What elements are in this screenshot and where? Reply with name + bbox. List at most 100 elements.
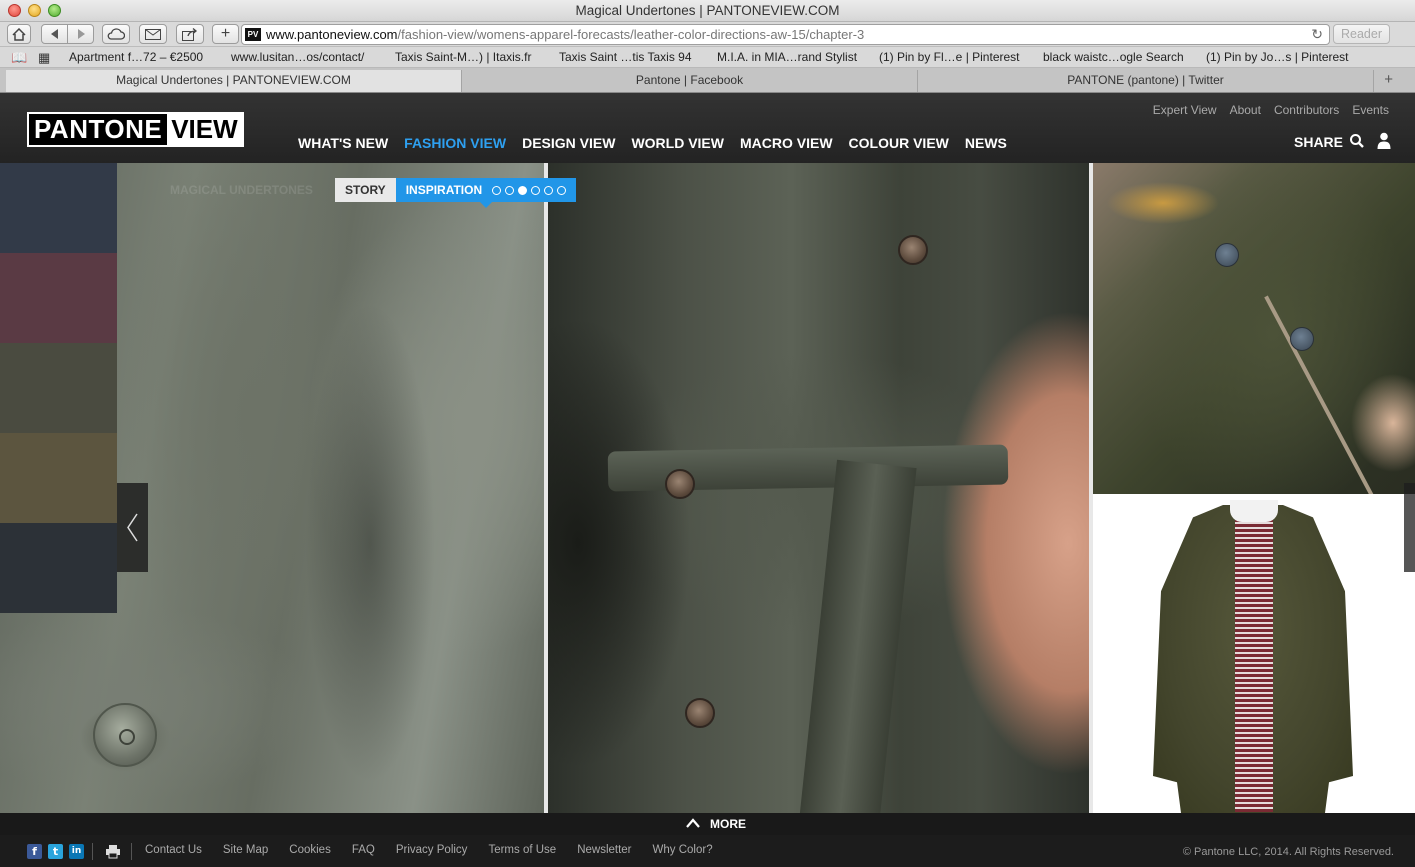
tab-inspiration[interactable]: INSPIRATION (395, 178, 577, 208)
linkedin-icon[interactable]: in (69, 844, 84, 859)
plus-icon: + (220, 25, 231, 42)
bookmark-item[interactable]: black waistc…ogle Search (1043, 50, 1184, 64)
bookmark-item[interactable]: Taxis Saint-M…) | Itaxis.fr (395, 50, 531, 64)
browser-toolbar: + PV www.pantoneview.com/fashion-view/wo… (0, 22, 1415, 47)
next-slide-button[interactable] (1404, 483, 1415, 572)
pagination-dot[interactable] (492, 185, 502, 195)
book-icon[interactable]: 📖 (11, 50, 27, 66)
back-arrow-icon (50, 29, 58, 39)
util-contributors[interactable]: Contributors (1274, 103, 1339, 117)
footer-link-cookies[interactable]: Cookies (289, 844, 331, 856)
util-about[interactable]: About (1230, 103, 1261, 117)
bookmark-item[interactable]: (1) Pin by Fl…e | Pinterest (879, 50, 1020, 64)
tab-bar: Magical Undertones | PANTONEVIEW.COM Pan… (0, 68, 1415, 93)
nav-design-view[interactable]: DESIGN VIEW (522, 135, 615, 151)
tab-pantone-twitter[interactable]: PANTONE (pantone) | Twitter (918, 70, 1374, 92)
colour-swatch[interactable] (0, 343, 117, 433)
pagination-dot[interactable] (544, 185, 554, 195)
window-title: Magical Undertones | PANTONEVIEW.COM (575, 3, 840, 18)
footer-divider (92, 843, 93, 860)
tab-pantone-facebook[interactable]: Pantone | Facebook (462, 70, 918, 92)
util-expert-view[interactable]: Expert View (1153, 103, 1217, 117)
home-button[interactable] (7, 24, 31, 44)
tab-magical-undertones[interactable]: Magical Undertones | PANTONEVIEW.COM (6, 70, 462, 92)
mail-button[interactable] (139, 24, 167, 44)
pagination-dot[interactable] (518, 185, 528, 195)
leather-fold-shadow (300, 283, 440, 803)
nav-world-view[interactable]: WORLD VIEW (631, 135, 724, 151)
footer-link-site-map[interactable]: Site Map (223, 844, 268, 856)
address-bar[interactable]: PV www.pantoneview.com/fashion-view/wome… (241, 24, 1330, 45)
colour-swatch[interactable] (0, 433, 117, 523)
share-button[interactable]: SHARE (1294, 134, 1343, 150)
bookmark-item[interactable]: Apartment f…72 – €2500 (69, 50, 203, 64)
tab-story[interactable]: STORY (335, 178, 396, 202)
coat-snap-button (685, 698, 715, 728)
bookmark-item[interactable]: (1) Pin by Jo…s | Pinterest (1206, 50, 1349, 64)
forward-button[interactable] (67, 24, 94, 44)
back-button[interactable] (41, 24, 68, 44)
twitter-icon[interactable]: t (48, 844, 63, 859)
footer-link-terms-of-use[interactable]: Terms of Use (488, 844, 556, 856)
nav-fashion-view[interactable]: FASHION VIEW (404, 135, 506, 151)
footer-link-faq[interactable]: FAQ (352, 844, 375, 856)
chevron-left-icon (127, 513, 138, 542)
window-titlebar: Magical Undertones | PANTONEVIEW.COM (0, 0, 1415, 22)
bookmark-item[interactable]: Taxis Saint …tis Taxis 94 (559, 50, 692, 64)
share-arrow-icon (182, 28, 198, 41)
more-bar[interactable]: MORE (0, 813, 1415, 835)
coat-sash (799, 459, 917, 813)
chapter-tab-bar: STORY INSPIRATION (335, 178, 577, 208)
icloud-tabs-button[interactable] (102, 24, 130, 44)
new-tab-button[interactable]: + (212, 24, 239, 44)
footer-link-privacy-policy[interactable]: Privacy Policy (396, 844, 468, 856)
logo-text-pantone: PANTONE (34, 114, 163, 144)
pagination-dot[interactable] (505, 185, 515, 195)
site-footer: f t in Contact Us Site Map Cookies FAQ P… (0, 835, 1415, 867)
jacket-button (1215, 243, 1239, 267)
print-icon[interactable] (105, 844, 121, 859)
footer-divider (131, 843, 132, 860)
url-text[interactable]: www.pantoneview.com/fashion-view/womens-… (266, 27, 864, 42)
green-jacket-detail-image (1093, 163, 1415, 494)
nav-news[interactable]: NEWS (965, 135, 1007, 151)
chevron-up-icon (686, 818, 700, 828)
nav-colour-view[interactable]: COLOUR VIEW (849, 135, 949, 151)
colour-swatch[interactable] (0, 163, 117, 253)
footer-link-newsletter[interactable]: Newsletter (577, 844, 631, 856)
main-navigation: WHAT'S NEW FASHION VIEW DESIGN VIEW WORL… (298, 135, 1023, 151)
reader-button[interactable]: Reader (1333, 24, 1390, 44)
bookmark-item[interactable]: M.I.A. in MIA…rand Stylist (717, 50, 857, 64)
url-path: /fashion-view/womens-apparel-forecasts/l… (397, 27, 865, 42)
coat-snap-button (665, 469, 695, 499)
footer-link-contact-us[interactable]: Contact Us (145, 844, 202, 856)
slide-pagination-dots (488, 185, 567, 195)
logo-text-view: VIEW (167, 114, 242, 145)
share-page-button[interactable] (176, 24, 204, 44)
utility-navigation: Expert View About Contributors Events (1140, 103, 1389, 117)
search-icon[interactable] (1349, 133, 1365, 149)
colour-swatch[interactable] (0, 523, 117, 613)
coat-snap-button (898, 235, 928, 265)
pantone-view-logo[interactable]: PANTONE VIEW (27, 112, 244, 147)
grid-icon[interactable]: ▦ (38, 50, 50, 66)
add-tab-icon[interactable]: + (1384, 71, 1393, 88)
jacket-zipper (1264, 295, 1376, 494)
nav-macro-view[interactable]: MACRO VIEW (740, 135, 833, 151)
pagination-dot[interactable] (531, 185, 541, 195)
url-host: www.pantoneview.com (266, 27, 398, 42)
previous-slide-button[interactable] (117, 483, 148, 572)
reload-icon[interactable]: ↻ (1311, 26, 1323, 43)
bookmarks-bar: 📖 ▦ Apartment f…72 – €2500 www.lusitan…o… (0, 47, 1415, 68)
bookmark-item[interactable]: www.lusitan…os/contact/ (231, 50, 364, 64)
nav-whats-new[interactable]: WHAT'S NEW (298, 135, 388, 151)
pagination-dot[interactable] (557, 185, 567, 195)
user-account-icon[interactable] (1376, 132, 1392, 149)
more-button-label: MORE (710, 817, 746, 831)
footer-links: Contact Us Site Map Cookies FAQ Privacy … (145, 844, 734, 856)
util-events[interactable]: Events (1352, 103, 1389, 117)
inspiration-collage (0, 163, 1415, 813)
footer-link-why-color[interactable]: Why Color? (653, 844, 713, 856)
facebook-icon[interactable]: f (27, 844, 42, 859)
colour-swatch[interactable] (0, 253, 117, 343)
